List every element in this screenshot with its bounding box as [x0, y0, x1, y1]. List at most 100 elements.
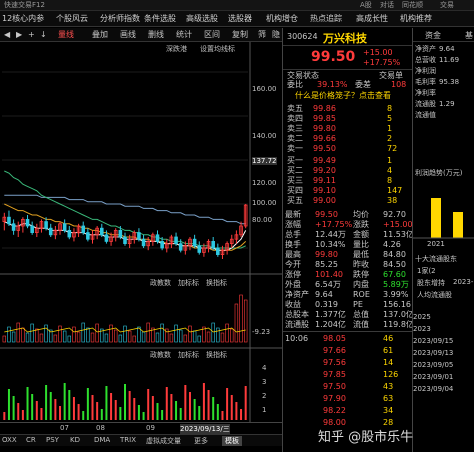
bid-row[interactable]: 买二 99.20 4 — [283, 166, 413, 176]
menu-item[interactable]: 12核心内参 — [2, 11, 44, 27]
toolbar-button[interactable]: 叠加 — [92, 28, 108, 42]
stats-row[interactable]: 换手 10.34% 量比 4.26 — [283, 240, 413, 250]
down-icon[interactable]: ↓ — [40, 28, 47, 42]
toolbar-button[interactable]: 复制 — [232, 28, 248, 42]
toolbar-button[interactable]: 区间 — [204, 28, 220, 42]
next-icon[interactable]: ▶ — [16, 28, 22, 42]
prev-icon[interactable]: ◀ — [4, 28, 10, 42]
menu-item[interactable]: 个股风云 — [56, 11, 88, 27]
stats-row[interactable]: 外盘 6.54万 内盘 5.89万 — [283, 280, 413, 290]
toolbar-button[interactable]: 删线 — [148, 28, 164, 42]
stats-row[interactable]: 流通股 1.204亿 流值 119.8亿 — [283, 320, 414, 330]
menu-item[interactable]: 机构推荐 — [400, 11, 432, 27]
holder-date-row[interactable]: 2023/09/04 — [413, 384, 474, 395]
tick-row[interactable]: 97.56 14 — [283, 358, 413, 368]
stats-row[interactable]: 涨停 101.40 跌停 67.60 — [283, 270, 413, 280]
bid-label: 买二 — [287, 166, 303, 175]
holder-date-row[interactable]: 2023/09/13 — [413, 348, 474, 359]
vol-header-item[interactable]: 政教数 — [150, 278, 171, 288]
ask-row[interactable]: 卖一 99.50 72 — [283, 144, 413, 154]
holder-date-row[interactable]: 2023/09/05 — [413, 360, 474, 371]
indicator-tab[interactable]: CR — [26, 436, 36, 444]
indicator-bar — [49, 392, 52, 420]
stats-row[interactable]: 总手 12.44万 金额 11.53亿 — [283, 230, 414, 240]
tick-volume: 61 — [383, 346, 394, 355]
vol-header-item[interactable]: 换指标 — [206, 278, 227, 288]
holder-date-row[interactable]: 2023 — [413, 324, 474, 335]
tick-row[interactable]: 97.90 63 — [283, 394, 413, 404]
holder-date-row[interactable]: 2025 — [413, 312, 474, 323]
toolbar-button[interactable]: 隐 — [272, 28, 280, 42]
stats-row[interactable]: 最新 99.50 均价 92.70 — [283, 210, 413, 220]
top-bar-item[interactable]: 同花顺 — [402, 0, 423, 11]
top-bar-item[interactable]: 对话 — [380, 0, 394, 11]
stat-label: 净资产 — [285, 290, 309, 299]
indicator-bar — [21, 410, 24, 420]
menu-item[interactable]: 条件选股 — [144, 11, 176, 27]
bid-row[interactable]: 买五 99.00 38 — [283, 196, 413, 206]
tick-row[interactable]: 97.66 61 — [283, 346, 413, 356]
ind-header-item[interactable]: 换指标 — [206, 350, 227, 360]
fundamental-label: 净资产 — [415, 45, 436, 53]
zoom-in-icon[interactable]: + — [28, 28, 35, 42]
indicator-tab[interactable]: OXX — [2, 436, 17, 444]
candlestick-series — [2, 204, 248, 259]
toolbar-button[interactable]: 画线 — [120, 28, 136, 42]
indicator-tab[interactable]: TRIX — [120, 436, 136, 444]
stats-row[interactable]: 收益 0.319 PE 156.16 — [283, 300, 413, 310]
weibi-row: 委比 39.13% 委差 108 — [283, 80, 413, 90]
menu-item[interactable]: 高级选股 — [186, 11, 218, 27]
menu-item[interactable]: 热点追踪 — [310, 11, 342, 27]
indicator-bar — [68, 390, 71, 420]
bid-row[interactable]: 买四 99.10 147 — [283, 186, 413, 196]
menu-item[interactable]: 选股器 — [228, 11, 252, 27]
indicator-bar — [161, 410, 164, 420]
stats-row[interactable]: 今开 85.25 昨收 84.50 — [283, 260, 413, 270]
ask-row[interactable]: 卖二 99.66 2 — [283, 134, 413, 144]
holder-date-row[interactable]: 2023/09/01 — [413, 372, 474, 383]
vol-header-item[interactable]: 加标标 — [178, 278, 199, 288]
menu-item[interactable]: 机构增仓 — [266, 11, 298, 27]
top-bar-item[interactable]: 交易 — [440, 0, 454, 11]
stats-row[interactable]: 净资产 9.64 ROE 3.99% — [283, 290, 413, 300]
indicator-bar — [17, 403, 20, 420]
ind-header-item[interactable]: 政教数 — [150, 350, 171, 360]
menu-item[interactable]: 分析师指数 — [100, 11, 140, 27]
stats-row[interactable]: 总股本 1.377亿 总值 137.0亿 — [283, 310, 414, 320]
indicator-tab[interactable]: DMA — [94, 436, 110, 444]
ask-row[interactable]: 卖三 99.80 1 — [283, 124, 413, 134]
price-cage-text[interactable]: 什么是价格笼子？点击查看 — [295, 91, 391, 101]
chart-area[interactable]: 深跌港 设置均线标 160.00 140.00 137.72 120.00 10… — [0, 42, 282, 452]
toolbar-button[interactable]: 筛 — [258, 28, 266, 42]
toolbar-button[interactable]: 统计 — [176, 28, 192, 42]
top-bar-item[interactable]: A股 — [360, 0, 372, 11]
indicator-tab[interactable]: PSY — [46, 436, 59, 444]
tick-row[interactable]: 97.85 126 — [283, 370, 413, 380]
stock-code: 300624 — [287, 32, 318, 41]
tick-row[interactable]: 97.50 43 — [283, 382, 413, 392]
tab-funds[interactable]: 资金 — [425, 30, 441, 41]
ind-header-item[interactable]: 加标标 — [178, 350, 199, 360]
toolbar-button[interactable]: 量线 — [58, 28, 74, 42]
stat-label: ROE — [353, 290, 370, 299]
ask-row[interactable]: 卖五 99.86 8 — [283, 104, 413, 114]
tick-row[interactable]: 10:06 98.05 46 — [283, 334, 413, 344]
indicator-tab[interactable]: KD — [70, 436, 80, 444]
stats-row[interactable]: 涨幅 +17.75% 涨跌 +15.00 — [283, 220, 413, 230]
ask-row[interactable]: 卖四 99.85 5 — [283, 114, 413, 124]
holder-date-row[interactable]: 2023/09/15 — [413, 336, 474, 347]
price-cage-link[interactable]: 什么是价格笼子？点击查看 — [283, 91, 413, 101]
bid-row[interactable]: 买三 99.11 8 — [283, 176, 413, 186]
indicator-tab[interactable]: 模板 — [222, 436, 242, 446]
tab-fundamental[interactable]: 基 — [465, 30, 473, 41]
indicator-tab[interactable]: 更多 — [194, 436, 208, 446]
stats-row[interactable]: 最高 99.80 最低 84.80 — [283, 250, 413, 260]
tick-row[interactable]: 98.22 34 — [283, 406, 413, 416]
top-bar-item[interactable]: 快速交易F12 — [4, 0, 45, 11]
bid-row[interactable]: 买一 99.49 1 — [283, 156, 413, 166]
indicator-tab[interactable]: 虚拟成交量 — [146, 436, 181, 446]
volume-bar — [234, 303, 239, 343]
indicator-bar — [128, 391, 131, 420]
volume-bar — [230, 328, 234, 343]
menu-item[interactable]: 高成长性 — [356, 11, 388, 27]
